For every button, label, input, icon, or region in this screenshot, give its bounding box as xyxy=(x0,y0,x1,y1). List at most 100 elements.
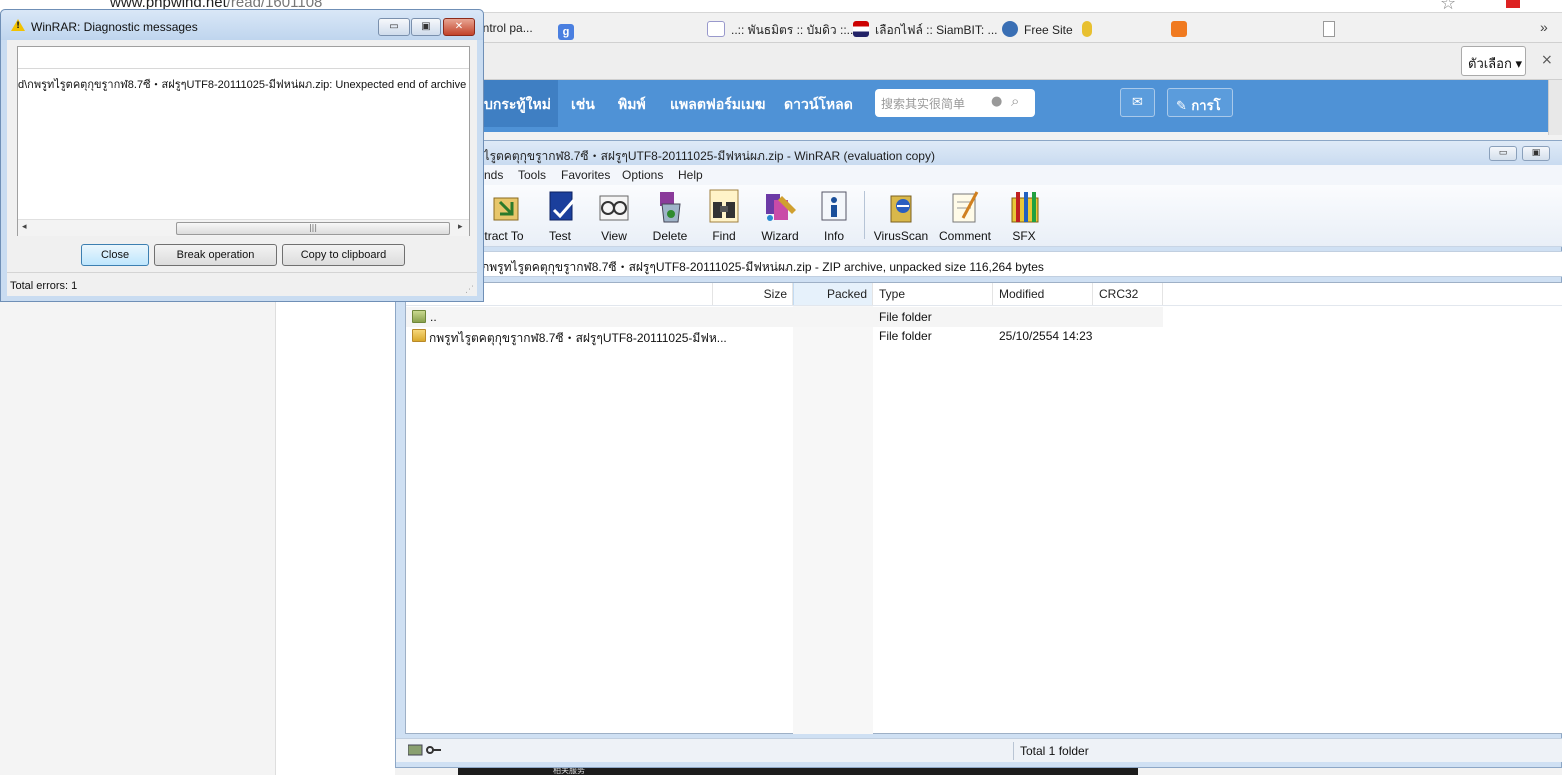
wizard-button[interactable]: Wizard xyxy=(752,188,808,244)
wizard-icon xyxy=(762,188,798,224)
list-item[interactable]: .. File folder xyxy=(406,307,1163,327)
page-bookmark-icon[interactable] xyxy=(1323,21,1341,37)
winrar-toolbar: tract To Test View Delete Find Wizard In… xyxy=(396,185,1562,247)
status-divider xyxy=(1013,742,1014,760)
file-list[interactable]: Size Packed Type Modified CRC32 .. File … xyxy=(405,282,1562,734)
post-button[interactable]: ✎ การโ xyxy=(1167,88,1233,117)
winrar-window: กพรูทไรูตคตุกุขรูากฬ8.7ซี・สฝรูๆUTF8-2011… xyxy=(395,140,1562,768)
resize-grip-icon[interactable]: ⋰ xyxy=(465,285,474,295)
sfx-icon xyxy=(1006,188,1042,224)
view-icon xyxy=(596,188,632,224)
virusscan-icon xyxy=(883,188,919,224)
scroll-left-icon[interactable]: ◂ xyxy=(22,222,27,232)
award-bookmark-icon[interactable] xyxy=(1082,21,1098,37)
search-placeholder: 搜索其实很简单 xyxy=(881,97,966,111)
nav-item-new-thread[interactable]: บกระทู้ใหม่ xyxy=(484,94,551,116)
total-errors-text: Total errors: 1 xyxy=(10,280,78,292)
test-button[interactable]: Test xyxy=(532,188,588,244)
bookmark-item[interactable]: Free Site xyxy=(1002,21,1073,37)
message-list[interactable]: d\กพรูทไรูตคตุกุขรูากฬ8.7ซี・สฝรูๆUTF8-20… xyxy=(17,46,470,236)
parent-folder-icon xyxy=(412,310,426,323)
sfx-button[interactable]: SFX xyxy=(996,188,1052,244)
bookmark-item[interactable]: เลือกไฟล์ :: SiamBIT: ... xyxy=(853,21,998,40)
dialog-title: WinRAR: Diagnostic messages xyxy=(31,20,198,34)
page-left-panel xyxy=(0,300,275,775)
scroll-right-icon[interactable]: ▸ xyxy=(458,222,463,232)
archive-path-bar[interactable]: กพรูทไรูตคตุกุขรูากฬ8.7ซี・สฝรูๆUTF8-2011… xyxy=(396,251,1562,277)
site-search-input[interactable]: 搜索其实很简单 ● ⌕ xyxy=(875,89,1035,117)
close-icon[interactable]: × xyxy=(1541,52,1553,68)
folder-icon xyxy=(412,329,426,342)
dialog-titlebar[interactable]: ! WinRAR: Diagnostic messages ▭ ▣ ✕ xyxy=(1,10,483,40)
mail-icon: ✉ xyxy=(1132,95,1143,110)
winrar-title: กพรูทไรูตคตุกุขรูากฬ8.7ซี・สฝรูๆUTF8-2011… xyxy=(454,149,935,163)
search-icon[interactable]: ⌕ xyxy=(1011,92,1019,110)
winrar-titlebar[interactable]: กพรูทไรูตคตุกุขรูากฬ8.7ซี・สฝรูๆUTF8-2011… xyxy=(396,141,1562,165)
column-size[interactable]: Size xyxy=(713,283,793,305)
winrar-menubar: nds Tools Favorites Options Help xyxy=(396,165,1562,185)
edit-icon: ✎ xyxy=(1176,99,1192,114)
page-scrollbar[interactable] xyxy=(1548,80,1562,135)
winrar-statusbar: Total 1 folder xyxy=(396,738,1562,762)
delete-icon xyxy=(652,188,688,224)
copy-to-clipboard-button[interactable]: Copy to clipboard xyxy=(282,244,405,266)
virusscan-button[interactable]: VirusScan xyxy=(873,188,929,244)
info-icon xyxy=(816,188,852,224)
google-bookmark-icon[interactable]: g xyxy=(558,21,580,40)
menu-options[interactable]: Options xyxy=(622,168,663,182)
file-list-header: Size Packed Type Modified CRC32 xyxy=(406,283,1562,306)
packed-column-shade xyxy=(793,306,873,734)
extract-icon xyxy=(486,188,522,224)
find-button[interactable]: Find xyxy=(696,188,752,244)
nav-item-cloud-platform[interactable]: แพลตฟอร์มเมฆ xyxy=(670,94,765,116)
close-button[interactable]: Close xyxy=(81,244,149,266)
minimize-button[interactable]: ▭ xyxy=(378,18,410,36)
bookmark-star-icon[interactable]: ☆ xyxy=(1440,0,1456,12)
info-button[interactable]: Info xyxy=(806,188,862,244)
toolbar-separator xyxy=(864,191,865,239)
blogger-bookmark-icon[interactable] xyxy=(1171,21,1193,37)
page-column xyxy=(276,300,395,775)
break-operation-button[interactable]: Break operation xyxy=(154,244,277,266)
nav-item-download[interactable]: ดาวน์โหลด xyxy=(784,94,853,116)
nav-item[interactable]: เช่น xyxy=(571,94,595,116)
view-button[interactable]: View xyxy=(586,188,642,244)
minimize-button[interactable]: ▭ xyxy=(1489,146,1517,161)
message-list-header xyxy=(18,47,469,69)
dialog-body: d\กพรูทไรูตคตุกุขรูากฬ8.7ซี・สฝรูๆUTF8-20… xyxy=(7,40,477,296)
menu-help[interactable]: Help xyxy=(678,168,703,182)
menu-tools[interactable]: Tools xyxy=(518,168,546,182)
list-item[interactable]: กพรูทไรูตคตุกุขรูากฬ8.7ซี・สฝรูๆUTF8-2011… xyxy=(406,326,1163,346)
options-dropdown-button[interactable]: ตัวเลือก ▾ xyxy=(1461,46,1526,76)
horizontal-scrollbar[interactable]: ◂ ||| ▸ xyxy=(18,219,469,236)
dialog-close-icon[interactable]: ✕ xyxy=(443,18,475,36)
mail-button[interactable]: ✉ xyxy=(1120,88,1155,117)
extract-to-button[interactable]: tract To xyxy=(476,188,532,244)
maximize-button[interactable]: ▣ xyxy=(411,18,441,36)
column-packed[interactable]: Packed xyxy=(793,283,873,305)
status-text: Total 1 folder xyxy=(1020,744,1089,758)
bookmarks-more-button[interactable]: » xyxy=(1540,19,1548,35)
diagnostic-dialog: ! WinRAR: Diagnostic messages ▭ ▣ ✕ d\กพ… xyxy=(0,9,484,302)
column-modified[interactable]: Modified xyxy=(993,283,1093,305)
nav-item[interactable]: พิมพ์ xyxy=(618,94,646,116)
bookmark-item[interactable]: ..:: พันธมิตร :: บัมดิว ::.. xyxy=(707,21,853,40)
column-type[interactable]: Type xyxy=(873,283,993,305)
error-message[interactable]: d\กพรูทไรูตคตุกุขรูากฬ8.7ซี・สฝรูๆUTF8-20… xyxy=(18,75,469,93)
archive-path-text: กพรูทไรูตคตุกุขรูากฬ8.7ซี・สฝรูๆUTF8-2011… xyxy=(482,260,1044,274)
comment-icon xyxy=(947,188,983,224)
extension-icon[interactable] xyxy=(1506,0,1520,8)
warning-icon: ! xyxy=(11,19,25,31)
delete-button[interactable]: Delete xyxy=(642,188,698,244)
maximize-button[interactable]: ▣ xyxy=(1522,146,1550,161)
microphone-icon[interactable]: ● xyxy=(991,94,1002,109)
drive-key-icon[interactable] xyxy=(407,744,442,756)
scroll-thumb[interactable]: ||| xyxy=(176,222,450,235)
find-icon xyxy=(706,188,742,224)
column-crc32[interactable]: CRC32 xyxy=(1093,283,1163,305)
test-icon xyxy=(542,188,578,224)
menu-favorites[interactable]: Favorites xyxy=(561,168,610,182)
dialog-statusbar: Total errors: 1 ⋰ xyxy=(7,272,477,296)
menu-commands[interactable]: nds xyxy=(484,168,503,182)
comment-button[interactable]: Comment xyxy=(937,188,993,244)
